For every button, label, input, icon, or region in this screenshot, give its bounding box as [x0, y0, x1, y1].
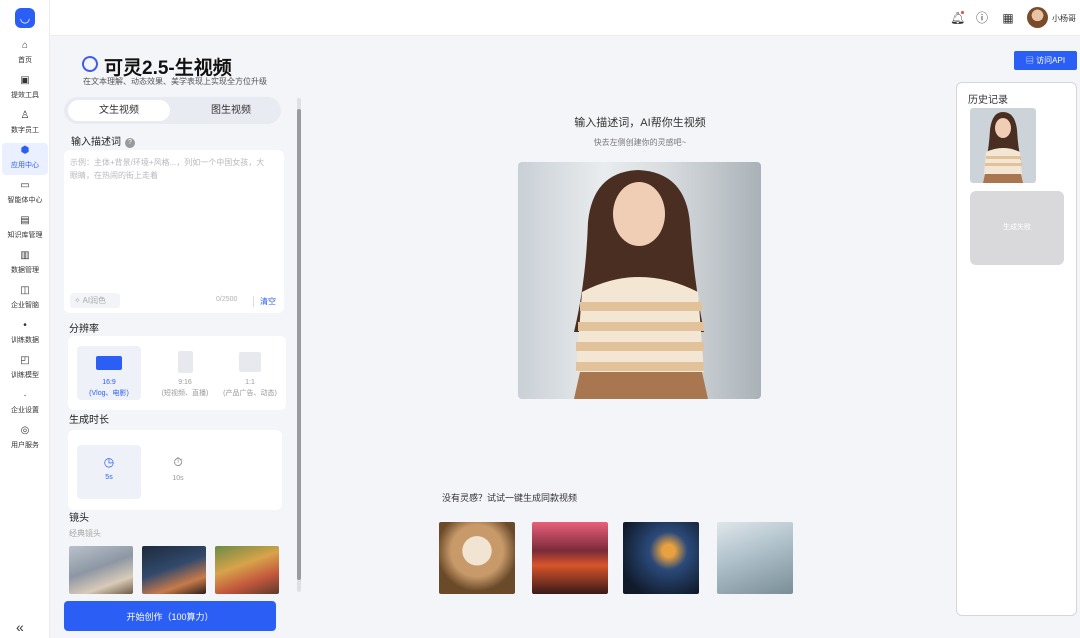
sidebar-item-digital-staff[interactable]: ♙ 数字员工	[2, 108, 48, 140]
sidebar-item-user-service[interactable]: ◎ 用户服务	[2, 423, 48, 455]
top-bar	[50, 0, 1080, 36]
tool-icon: ▣	[20, 75, 30, 86]
shots-sublabel: 经典镜头	[69, 529, 101, 538]
visit-api-button[interactable]: ▤ 访问API	[1014, 51, 1077, 70]
center-subtitle: 快去左侧创建你的灵感吧~	[593, 138, 687, 147]
duration-5s[interactable]: ◷ 5s	[77, 445, 141, 499]
dot-icon: ·	[23, 390, 27, 401]
sidebar-item-settings[interactable]: · 企业设置	[2, 388, 48, 420]
sidebar-item-train-data[interactable]: • 训练数据	[2, 318, 48, 350]
tab-image-to-video[interactable]: 图生视频	[180, 100, 282, 121]
sidebar-item-knowledge[interactable]: ▤ 知识库管理	[2, 213, 48, 245]
shots-label: 镜头	[69, 513, 89, 524]
sidebar-item-train-model[interactable]: ◰ 训练模型	[2, 353, 48, 385]
notification-dot	[961, 11, 964, 14]
username[interactable]: 小杨哥	[1052, 13, 1076, 24]
sidebar: ◡ ⌂ 首页 ▣ 提效工具 ♙ 数字员工 ⬢ 应用中心 ▭ 智能体中心 ▤ 知识库管理 ▥ 数…	[0, 0, 50, 638]
history-thumbnail-image	[970, 108, 1036, 183]
duration-options: ◷ 5s ⏱︎ 10s	[68, 430, 282, 510]
inspiration-prompt: 没有灵感？试试一键生成同款视频	[442, 493, 578, 503]
brain-icon: ◫	[20, 285, 30, 296]
app-icon: ⬢	[20, 145, 30, 156]
help-circle-icon[interactable]: ?	[125, 138, 135, 148]
char-counter: 0/2500	[216, 296, 238, 303]
resolution-1-1[interactable]: 1:1 (产品广告、动态)	[218, 346, 282, 400]
duration-10s[interactable]: ⏱︎ 10s	[146, 445, 210, 499]
resolution-16-9[interactable]: 16:9 (Vlog、电影)	[77, 346, 141, 400]
clear-button[interactable]: 清空	[253, 296, 276, 307]
ratio-landscape-icon	[96, 356, 122, 370]
ai-polish-button[interactable]: ✧ AI润色	[70, 293, 120, 308]
resolution-options: 16:9 (Vlog、电影) 9:16 (短视频、直播) 1:1 (产品广告、动…	[68, 336, 286, 410]
stopwatch-icon: ⏱︎	[173, 455, 183, 469]
shot-thumbnail[interactable]	[142, 546, 206, 594]
prompt-input[interactable]: 示例：主体+背景/环境+风格...，列如一个中国女孩，大眼睛，在热闹的街上走着 …	[64, 150, 284, 313]
app-logo[interactable]: ◡	[15, 8, 35, 28]
sidebar-item-agent-center[interactable]: ▭ 智能体中心	[2, 178, 48, 210]
model-icon: ◰	[20, 355, 30, 366]
mode-tabs: 文生视频 图生视频	[64, 97, 281, 124]
prompt-placeholder: 示例：主体+背景/环境+风格...，列如一个中国女孩，大眼睛，在热闹的街上走着	[70, 158, 265, 180]
sidebar-item-app-center[interactable]: ⬢ 应用中心	[2, 143, 48, 175]
clock-icon: ◷	[103, 455, 115, 469]
document-icon: ▤	[1025, 56, 1034, 65]
center-title: 输入描述词，AI帮你生视频	[574, 117, 706, 129]
sample-video-thumbnail[interactable]	[717, 522, 793, 594]
history-item[interactable]	[970, 108, 1036, 183]
resolution-9-16[interactable]: 9:16 (短视频、直播)	[153, 346, 217, 400]
sample-video-thumbnail[interactable]	[623, 522, 699, 594]
building-icon[interactable]: ▦	[1001, 11, 1015, 25]
sidebar-item-home[interactable]: ⌂ 首页	[2, 38, 48, 70]
sidebar-item-data[interactable]: ▥ 数据管理	[2, 248, 48, 280]
shot-thumbnail[interactable]	[215, 546, 279, 594]
resolution-label: 分辨率	[69, 324, 99, 335]
tab-text-to-video[interactable]: 文生视频	[68, 100, 170, 121]
prompt-label: 输入描述词?	[71, 133, 135, 148]
sample-video-thumbnail[interactable]	[532, 522, 608, 594]
history-failed-item[interactable]: 生成失败	[970, 191, 1064, 265]
sidebar-item-tools[interactable]: ▣ 提效工具	[2, 73, 48, 105]
sidebar-item-brain[interactable]: ◫ 企业智脑	[2, 283, 48, 315]
sparkle-icon: ✧	[74, 296, 81, 305]
help-icon[interactable]: ⓘ	[975, 11, 989, 25]
history-panel: 历史记录 生成失败	[956, 82, 1077, 616]
home-icon: ⌂	[21, 40, 29, 51]
scrollbar-thumb[interactable]	[297, 109, 301, 580]
shot-thumbnail[interactable]	[69, 546, 133, 594]
model-logo-icon	[79, 53, 101, 75]
collapse-sidebar-icon[interactable]: «	[16, 619, 24, 635]
data-icon: ▥	[20, 250, 30, 261]
duration-label: 生成时长	[69, 415, 109, 426]
history-title: 历史记录	[968, 95, 1008, 106]
agent-icon: ▭	[20, 180, 30, 191]
ratio-portrait-icon	[177, 351, 193, 373]
avatar[interactable]	[1027, 7, 1048, 28]
sample-video-thumbnail[interactable]	[439, 522, 515, 594]
book-icon: ▤	[20, 215, 30, 226]
person-icon: ♙	[20, 110, 30, 121]
preview-image	[518, 162, 761, 399]
service-icon: ◎	[20, 425, 30, 436]
start-create-button[interactable]: 开始创作（100算力）	[64, 601, 276, 631]
ratio-square-icon	[239, 352, 261, 372]
page-subtitle: 在文本理解、动态效果、美学表现上实现全方位升级	[83, 77, 267, 86]
dot-icon: •	[23, 320, 27, 331]
woman-portrait-image	[574, 170, 708, 399]
